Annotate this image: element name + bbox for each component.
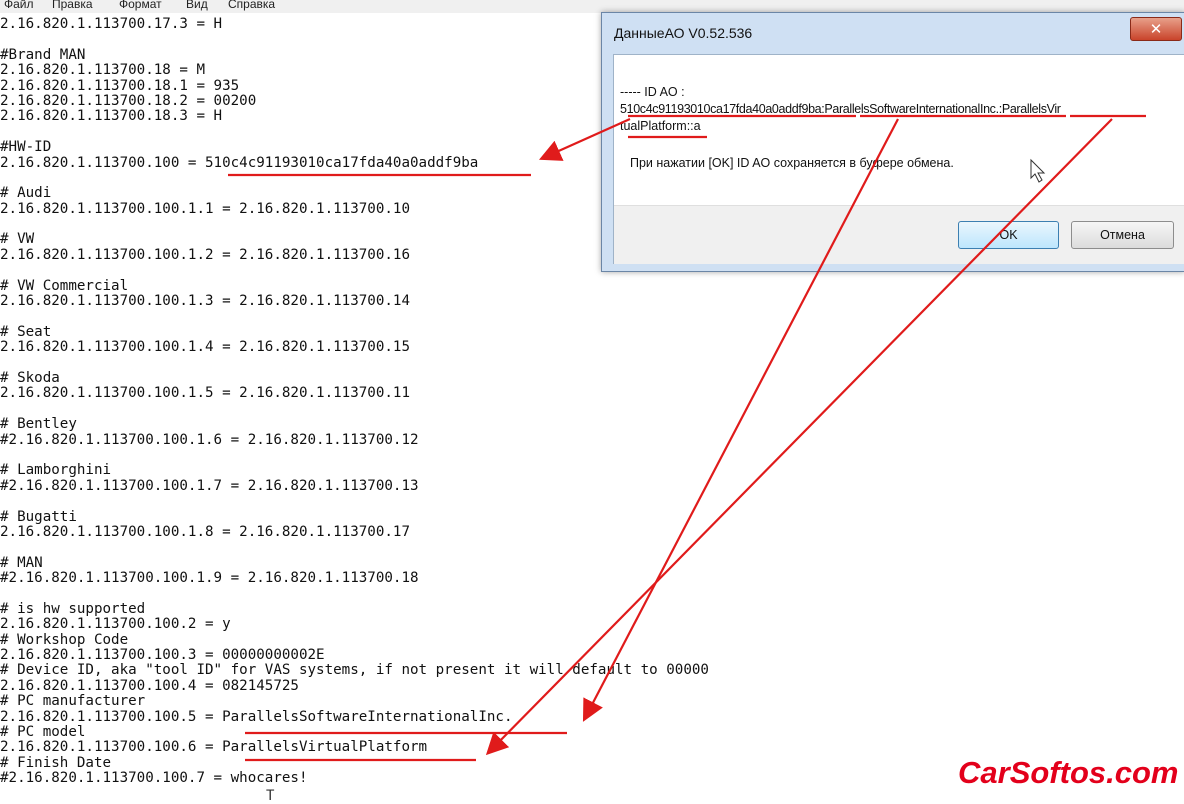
arrow-to-hwid — [538, 117, 631, 161]
watermark-logo: CarSoftos.com — [958, 755, 1179, 790]
annotation-layer — [228, 114, 1146, 762]
arrow-to-model — [485, 118, 1113, 756]
arrow-to-manufacturer — [582, 118, 899, 722]
mouse-cursor-icon — [1030, 158, 1046, 183]
